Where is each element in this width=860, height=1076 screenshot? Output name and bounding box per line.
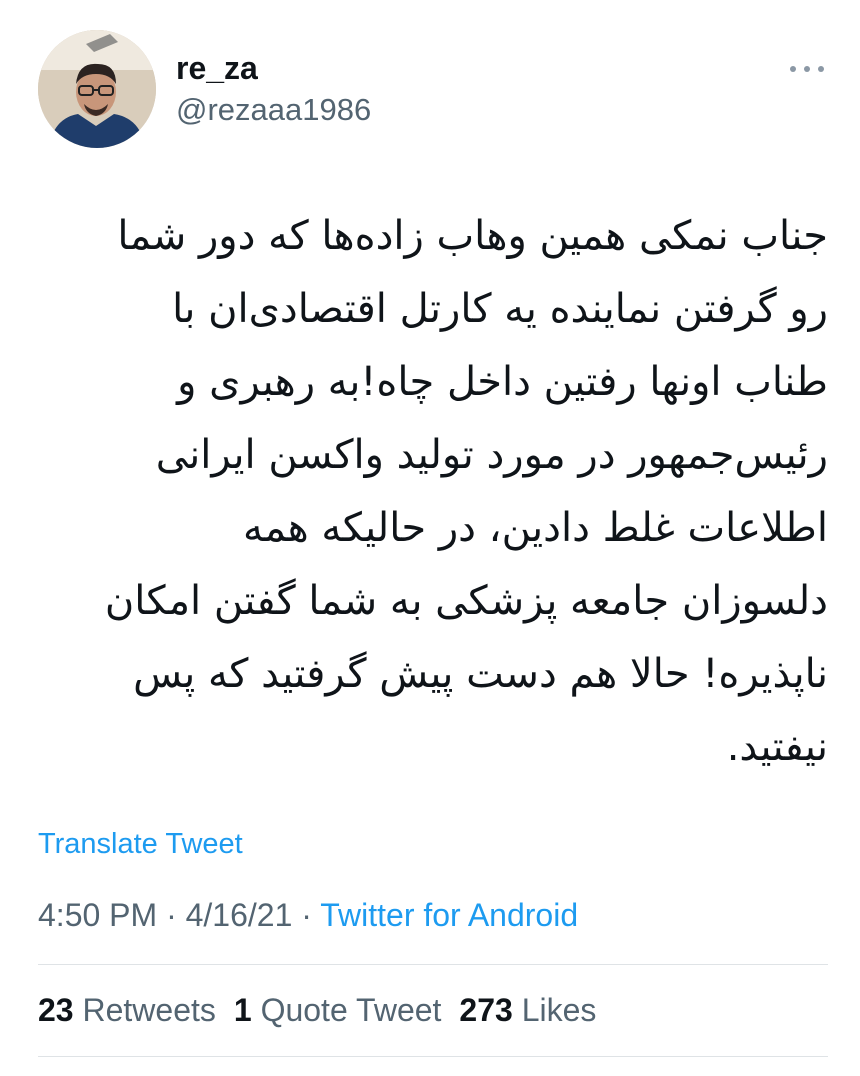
retweets-stat[interactable]: 23 Retweets bbox=[38, 992, 216, 1028]
retweets-label: Retweets bbox=[82, 992, 216, 1028]
tweet-text-line: جناب نمکی همین وهاب زاده‌ها که دور شما bbox=[117, 213, 828, 259]
tweet-header: re_za @rezaaa1986 bbox=[38, 30, 828, 150]
display-name[interactable]: re_za bbox=[176, 50, 371, 86]
tweet-meta: 4:50 PM · 4/16/21 · Twitter for Android bbox=[38, 895, 578, 935]
likes-count: 273 bbox=[459, 992, 513, 1028]
more-dot bbox=[804, 66, 810, 72]
quote-tweets-label: Quote Tweet bbox=[260, 992, 442, 1028]
tweet-stats: 23 Retweets 1 Quote Tweet 273 Likes bbox=[38, 990, 614, 1030]
tweet-source-link[interactable]: Twitter for Android bbox=[320, 897, 578, 933]
meta-separator: · bbox=[292, 897, 321, 933]
tweet-text-line: رو گرفتن نماینده یه کارتل اقتصادی‌ان با bbox=[172, 286, 828, 332]
avatar-image bbox=[38, 30, 156, 148]
tweet-date[interactable]: 4/16/21 bbox=[186, 897, 293, 933]
author-names: re_za @rezaaa1986 bbox=[176, 50, 371, 130]
more-dot bbox=[790, 66, 796, 72]
meta-separator: · bbox=[157, 897, 186, 933]
quote-tweets-count: 1 bbox=[233, 992, 252, 1028]
quote-tweets-stat[interactable]: 1 Quote Tweet bbox=[234, 992, 442, 1028]
user-handle[interactable]: @rezaaa1986 bbox=[176, 90, 371, 130]
tweet-text-line: اطلاعات غلط دادین، در حالیکه همه bbox=[243, 505, 828, 551]
retweets-count: 23 bbox=[38, 992, 74, 1028]
more-dot bbox=[818, 66, 824, 72]
translate-tweet-link[interactable]: Translate Tweet bbox=[38, 826, 243, 862]
tweet-text-line: دلسوزان جامعه پزشکی به شما گفتن امکان bbox=[104, 578, 828, 624]
likes-stat[interactable]: 273 Likes bbox=[459, 992, 596, 1028]
avatar[interactable] bbox=[38, 30, 156, 148]
divider bbox=[38, 964, 828, 965]
tweet-text-line: رئیس‌جمهور در مورد تولید واکسن ایرانی bbox=[155, 432, 828, 478]
tweet-text-line: ناپذیره! حالا هم دست پیش گرفتید که پس bbox=[133, 651, 828, 697]
tweet-time[interactable]: 4:50 PM bbox=[38, 897, 157, 933]
tweet-text-line: طناب اونها رفتین داخل چاه!به رهبری و bbox=[177, 359, 828, 405]
tweet-text-line: نیفتید. bbox=[726, 724, 828, 770]
divider bbox=[38, 1056, 828, 1057]
more-horizontal-icon[interactable] bbox=[790, 64, 824, 74]
tweet-text: جناب نمکی همین وهاب زاده‌ها که دور شما ر… bbox=[40, 200, 828, 784]
likes-label: Likes bbox=[521, 992, 597, 1028]
